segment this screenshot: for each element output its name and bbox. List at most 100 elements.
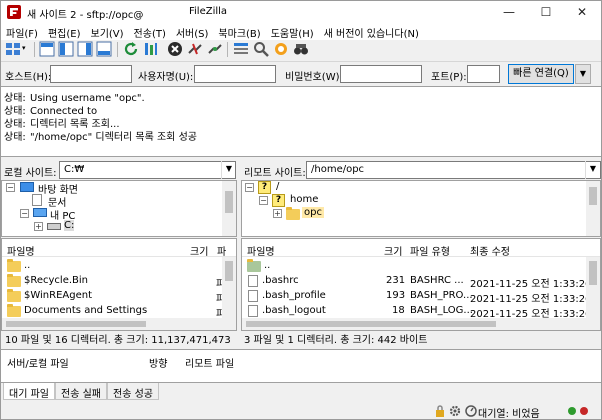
reconnect-icon[interactable] <box>207 41 223 57</box>
speed-limit-icon[interactable] <box>465 405 477 417</box>
scrollbar-thumb[interactable] <box>225 261 233 281</box>
menu-edit[interactable]: 편집(E) <box>43 23 86 40</box>
sync-browse-icon[interactable] <box>273 41 289 57</box>
process-queue-icon[interactable] <box>143 41 159 57</box>
local-tree-scrollbar[interactable] <box>222 181 236 236</box>
disconnect-icon[interactable] <box>187 41 203 57</box>
refresh-icon[interactable] <box>123 41 139 57</box>
column-filename[interactable]: 파일명 <box>7 243 35 258</box>
list-item[interactable]: Documents and Settings 파 <box>2 304 225 320</box>
tab-queued-files[interactable]: 대기 파일 <box>3 383 55 400</box>
directory-filter-icon[interactable] <box>233 41 249 57</box>
file-icon <box>248 305 258 317</box>
menu-new-version[interactable]: 새 버전이 있습니다(N) <box>319 23 424 40</box>
transfer-queue[interactable] <box>1 369 601 383</box>
cancel-operation-icon[interactable] <box>167 41 183 57</box>
local-site-bar: 로컬 사이트: C:₩ ▼ <box>1 160 237 180</box>
close-button[interactable]: ✕ <box>564 1 600 23</box>
site-manager-icon[interactable] <box>5 41 21 57</box>
username-label: 사용자명(U): <box>138 72 194 83</box>
menu-help[interactable]: 도움말(H) <box>266 23 319 40</box>
menu-server[interactable]: 서버(S) <box>171 23 214 40</box>
collapse-icon[interactable]: − <box>259 196 268 205</box>
remote-directory-tree[interactable]: − ? / − ? home + opc <box>241 180 601 237</box>
collapse-icon[interactable]: − <box>20 209 29 218</box>
download-indicator-icon <box>580 407 588 415</box>
status-bar: 대기열: 비었음 <box>1 402 601 420</box>
desktop-icon <box>20 182 34 192</box>
column-type[interactable]: 파일 유형 <box>410 243 450 258</box>
quickconnect-dropdown-icon[interactable]: ▼ <box>575 64 591 84</box>
queue-column-direction[interactable]: 방향 <box>149 355 167 370</box>
unknown-folder-icon: ? <box>258 181 271 194</box>
toggle-remote-tree-icon[interactable] <box>77 41 93 57</box>
list-item[interactable]: .bash_logout 18 BASH_LOG... 2021-11-25 오… <box>242 304 591 320</box>
local-path-input[interactable]: C:₩ <box>59 161 236 179</box>
scrollbar-thumb[interactable] <box>6 321 146 327</box>
scrollbar-thumb[interactable] <box>589 261 597 285</box>
compare-directories-icon[interactable] <box>293 41 309 57</box>
remote-list-scrollbar[interactable] <box>586 257 600 319</box>
column-type[interactable]: 파 <box>217 243 226 258</box>
local-list-header: 파일명 크기 파 <box>2 239 236 258</box>
column-size[interactable]: 크기 <box>384 243 402 258</box>
filezilla-logo-icon <box>7 5 21 19</box>
scrollbar-thumb[interactable] <box>589 187 597 205</box>
gear-icon[interactable] <box>449 405 461 417</box>
folder-icon <box>7 289 21 302</box>
folder-icon <box>286 207 300 220</box>
menu-transfer[interactable]: 전송(T) <box>129 23 171 40</box>
menu-file[interactable]: 파일(F) <box>1 23 43 40</box>
list-item[interactable]: $Recycle.Bin 파 <box>2 274 225 290</box>
queue-column-remote[interactable]: 리모트 파일 <box>185 355 234 370</box>
column-size[interactable]: 크기 <box>190 243 208 258</box>
tab-failed-transfers[interactable]: 전송 실패 <box>55 383 107 400</box>
maximize-button[interactable]: ☐ <box>528 1 564 23</box>
username-input[interactable] <box>194 65 276 83</box>
message-log[interactable]: 상태: Using username "opc". 상태: Connected to… <box>1 86 601 157</box>
expand-icon[interactable]: + <box>273 209 282 218</box>
local-file-list[interactable]: 파일명 크기 파 .. $Recycle.Bin 파 $WinREAgent 파… <box>1 238 237 331</box>
host-input[interactable] <box>50 65 132 83</box>
toggle-local-tree-icon[interactable] <box>58 41 74 57</box>
queue-column-file[interactable]: 서버/로컬 파일 <box>7 355 69 370</box>
site-manager-dropdown-icon[interactable]: ▾ <box>22 44 26 52</box>
remote-list-hscrollbar[interactable] <box>242 318 600 330</box>
minimize-button[interactable]: — <box>491 1 527 23</box>
password-label: 비밀번호(W): <box>285 72 343 83</box>
local-path-dropdown-icon[interactable]: ▼ <box>221 161 236 179</box>
file-icon <box>248 290 258 302</box>
menu-bookmarks[interactable]: 북마크(B) <box>213 23 265 40</box>
expand-icon[interactable]: + <box>34 222 43 231</box>
local-list-scrollbar[interactable] <box>222 257 236 319</box>
password-input[interactable] <box>340 65 422 83</box>
remote-path-dropdown-icon[interactable]: ▼ <box>585 161 600 179</box>
list-item[interactable]: .. <box>2 259 222 274</box>
list-item[interactable]: .. <box>242 259 586 274</box>
folder-icon <box>7 274 21 287</box>
quickconnect-button[interactable]: 빠른 연결(Q) <box>508 64 574 84</box>
tab-successful-transfers[interactable]: 전송 성공 <box>107 383 159 400</box>
local-list-hscrollbar[interactable] <box>2 318 236 330</box>
list-item[interactable]: .bashrc 231 BASHRC ... 2021-11-25 오전 1:3… <box>242 274 591 290</box>
port-input[interactable] <box>467 65 500 83</box>
toggle-log-icon[interactable] <box>39 41 55 57</box>
remote-tree-scrollbar[interactable] <box>586 181 600 236</box>
list-item[interactable]: $WinREAgent 파 <box>2 289 225 305</box>
menu-view[interactable]: 보기(V) <box>86 23 129 40</box>
column-filename[interactable]: 파일명 <box>247 243 275 258</box>
computer-icon <box>33 208 47 217</box>
local-directory-tree[interactable]: − 바탕 화면 문서 − 내 PC + C: <box>1 180 237 237</box>
scrollbar-thumb[interactable] <box>225 191 233 213</box>
remote-path-input[interactable]: /home/opc <box>306 161 601 179</box>
remote-file-list[interactable]: 파일명 크기 파일 유형 최종 수정 .. .bashrc 231 BASHRC… <box>241 238 601 331</box>
quickconnect-bar: 호스트(H): 사용자명(U): 비밀번호(W): 포트(P): 빠른 연결(Q… <box>1 61 601 85</box>
list-item[interactable]: .bash_profile 193 BASH_PRO... 2021-11-25… <box>242 289 591 305</box>
search-files-icon[interactable] <box>253 41 269 57</box>
collapse-icon[interactable]: − <box>245 183 254 192</box>
toggle-queue-icon[interactable] <box>96 41 112 57</box>
column-modified[interactable]: 최종 수정 <box>470 243 510 258</box>
scrollbar-thumb[interactable] <box>246 321 496 327</box>
collapse-icon[interactable]: − <box>6 183 15 192</box>
title-bar: 새 사이트 2 - sftp://opc@ FileZilla — ☐ ✕ <box>1 1 601 23</box>
